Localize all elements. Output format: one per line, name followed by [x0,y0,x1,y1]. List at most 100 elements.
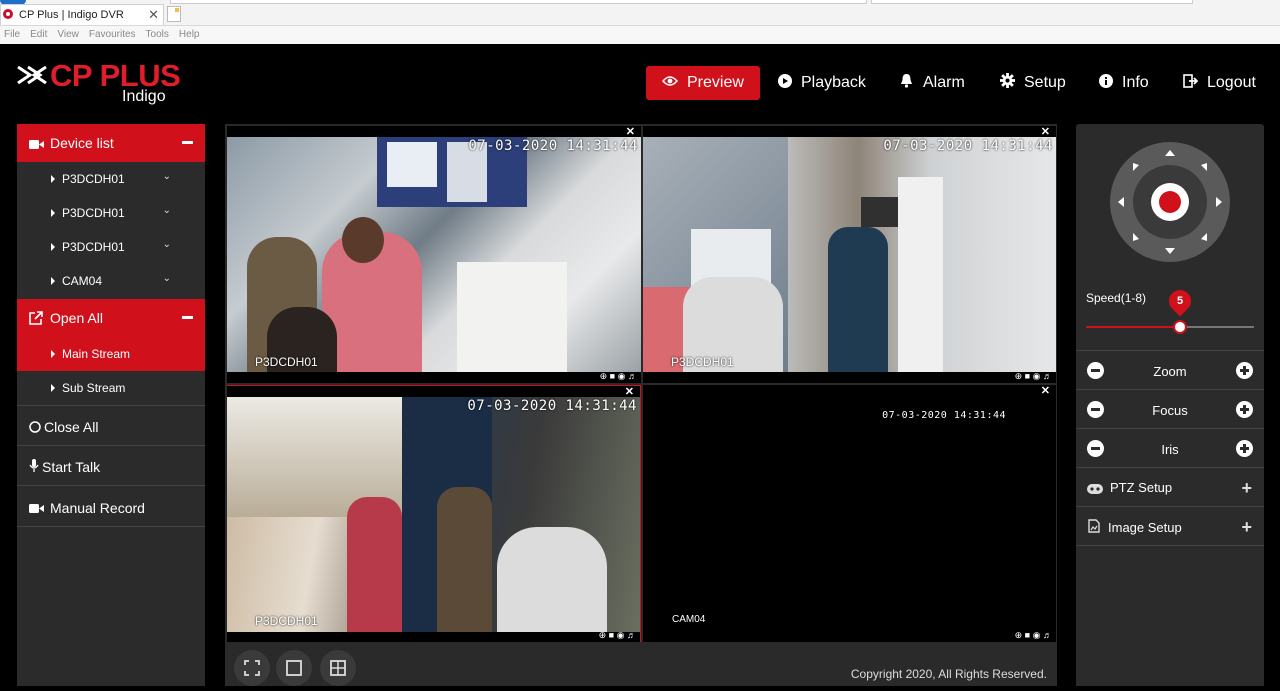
zoom-row: Zoom [1076,350,1264,389]
menu-edit[interactable]: Edit [30,26,47,44]
camera-timestamp: 07-03-2020 14:31:44 [883,138,1053,154]
record-icon[interactable]: ■ [610,371,615,381]
nav-info[interactable]: Info [1099,66,1149,100]
menu-tools[interactable]: Tools [146,26,169,44]
nav-logout[interactable]: Logout [1183,66,1256,100]
speed-slider-thumb[interactable] [1173,320,1187,334]
chevron-down-icon[interactable]: ⌄ [163,273,171,284]
camera-name: P3DCDH01 [255,355,318,369]
record-icon[interactable]: ■ [1025,630,1030,640]
open-all-header[interactable]: Open All [17,299,205,337]
audio-icon[interactable]: ♬ [1043,630,1052,640]
cell-toolbar[interactable]: ⊕ ■ ◉ ♬ [1015,371,1052,382]
speed-slider-fill [1086,326,1180,328]
gear-icon [1000,73,1015,93]
browser-tab[interactable]: CP Plus | Indigo DVR ✕ [0,4,164,25]
camera-name: P3DCDH01 [671,355,734,369]
device-list-header[interactable]: Device list [17,124,205,162]
collapse-icon[interactable] [182,141,193,144]
iris-plus-icon[interactable] [1236,440,1253,457]
new-tab-button[interactable] [167,6,181,22]
circle-icon [29,420,41,436]
camera-timestamp: 07-03-2020 14:31:44 [882,410,1006,421]
menu-favourites[interactable]: Favourites [89,26,136,44]
copyright-text: Copyright 2020, All Rights Reserved. [850,667,1047,681]
ptz-setup-row[interactable]: PTZ Setup + [1076,467,1264,506]
start-talk-button[interactable]: Start Talk [17,446,205,486]
close-all-label: Close All [44,419,99,435]
favicon-icon [3,9,13,19]
device-item[interactable]: CAM04 ⌄ [17,264,205,298]
logo-mark-icon [17,65,47,85]
sub-stream-item[interactable]: Sub Stream [17,371,205,406]
nav-setup[interactable]: Setup [1000,66,1066,100]
close-all-button[interactable]: Close All [17,407,205,446]
cell-toolbar[interactable]: ⊕ ■ ◉ ♬ [600,371,637,382]
snapshot-icon[interactable]: ◉ [1033,371,1041,381]
audio-icon[interactable]: ♬ [1043,371,1052,381]
menu-view[interactable]: View [57,26,79,44]
zoom-icon[interactable]: ⊕ [599,630,607,640]
snapshot-icon[interactable]: ◉ [1033,630,1041,640]
audio-icon[interactable]: ♬ [627,630,636,640]
chevron-down-icon[interactable]: ⌄ [163,171,171,182]
sub-stream-label: Sub Stream [62,381,126,395]
menu-file[interactable]: File [4,26,20,44]
nav-alarm[interactable]: Alarm [899,66,965,100]
search-bar[interactable] [871,0,1193,4]
chevron-down-icon[interactable]: ⌄ [163,239,171,250]
nav-setup-label: Setup [1024,74,1066,91]
ptz-joystick[interactable] [1109,141,1231,263]
address-bar[interactable] [170,0,867,4]
device-item[interactable]: P3DCDH01 ⌄ [17,162,205,196]
quad-view-button[interactable] [320,650,356,686]
zoom-icon[interactable]: ⊕ [1015,630,1023,640]
menu-help[interactable]: Help [179,26,200,44]
device-item[interactable]: P3DCDH01 ⌄ [17,196,205,230]
nav-playback-label: Playback [801,74,866,91]
device-name: CAM04 [62,274,103,288]
device-item[interactable]: P3DCDH01 ⌄ [17,230,205,264]
info-icon [1099,73,1113,93]
expand-plus-icon[interactable]: + [1241,478,1252,499]
zoom-icon[interactable]: ⊕ [1015,371,1023,381]
nav-info-label: Info [1122,74,1149,91]
bell-icon [899,73,914,93]
video-camera-icon [29,501,44,517]
chevron-down-icon[interactable]: ⌄ [163,205,171,216]
record-icon[interactable]: ■ [609,630,614,640]
speed-label: Speed(1-8) [1086,291,1147,305]
image-setup-row[interactable]: Image Setup + [1076,506,1264,546]
collapse-icon[interactable] [182,316,193,319]
expand-plus-icon[interactable]: + [1241,517,1252,538]
external-link-icon [29,311,43,328]
speed-slider-track[interactable]: 5 [1086,285,1254,334]
cell-toolbar[interactable]: ⊕ ■ ◉ ♬ [599,630,636,641]
cell-toolbar[interactable]: ⊕ ■ ◉ ♬ [1015,630,1052,641]
image-setup-label: Image Setup [1108,520,1182,535]
fullscreen-button[interactable] [234,650,270,686]
brand-logo: CP PLUS Indigo [16,58,186,108]
record-icon[interactable]: ■ [1025,371,1030,381]
close-tab-icon[interactable]: ✕ [148,7,159,23]
audio-icon[interactable]: ♬ [628,371,637,381]
zoom-icon[interactable]: ⊕ [600,371,608,381]
snapshot-icon[interactable]: ◉ [618,371,626,381]
main-stream-item[interactable]: Main Stream [17,337,205,371]
nav-playback[interactable]: Playback [778,66,866,100]
zoom-in-icon[interactable] [1236,362,1253,379]
nav-preview[interactable]: Preview [646,66,760,100]
manual-record-button[interactable]: Manual Record [17,486,205,527]
snapshot-icon[interactable]: ◉ [617,630,625,640]
eye-icon [661,74,679,92]
camera-name: CAM04 [672,614,706,625]
focus-plus-icon[interactable] [1236,401,1253,418]
single-view-button[interactable] [276,650,312,686]
video-cell-selected[interactable]: ✕ 07-03-2020 14:31:44 P3DCDH01 ⊕ ■ ◉ ♬ [227,385,641,642]
left-panel: Device list P3DCDH01 ⌄ P3DCDH01 ⌄ P3DCDH… [17,124,205,686]
caret-right-icon [51,209,55,217]
open-all-label: Open All [50,310,103,326]
video-cell[interactable]: ✕ 07-03-2020 14:31:44 CAM04 ⊕ ■ ◉ ♬ [643,385,1056,642]
video-cell[interactable]: ✕ 07-03-2020 14:31:44 P3DCDH01 ⊕ ■ ◉ ♬ [227,126,641,383]
video-cell[interactable]: ✕ 07-03-2020 14:31:44 P3DCDH01 ⊕ ■ ◉ ♬ [643,126,1056,383]
